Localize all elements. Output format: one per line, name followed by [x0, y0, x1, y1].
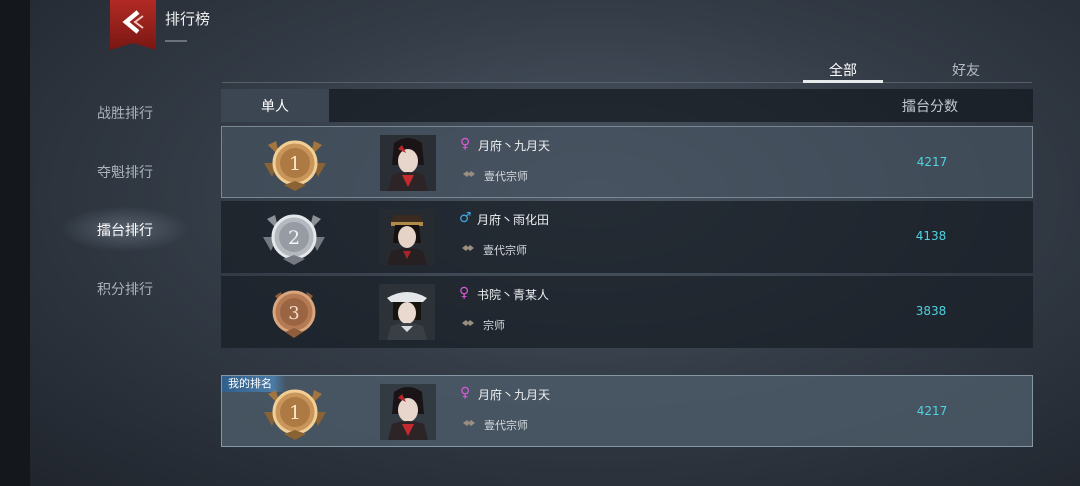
player-avatar[interactable] [380, 384, 436, 440]
title-underline [165, 40, 187, 42]
my-ranking-row[interactable]: 我的排名 1 ♀ 月府丶九月天 壹代宗师 4217 [221, 375, 1033, 447]
player-rank-title: 宗师 [483, 319, 505, 332]
female-gender-icon: ♀ [460, 136, 471, 152]
player-rank-title: 壹代宗师 [484, 170, 528, 183]
player-avatar[interactable] [379, 284, 435, 340]
nav-item-arena-rank[interactable]: 擂台排行 [70, 220, 180, 240]
bronze-medal-icon: 3 [272, 290, 316, 338]
player-score: 3838 [915, 304, 947, 318]
player-score: 4217 [916, 404, 948, 418]
player-score: 4217 [916, 155, 948, 169]
rank-title-icon [463, 171, 475, 177]
tab-single[interactable]: 单人 [221, 89, 329, 122]
rank-title-icon [462, 245, 474, 251]
nav-item-points-rank[interactable]: 积分排行 [70, 279, 180, 299]
female-gender-icon: ♀ [459, 285, 470, 301]
player-score: 4138 [915, 229, 947, 243]
female-gender-icon: ♀ [460, 385, 471, 401]
tabs-divider [222, 82, 1032, 83]
rank-title-icon [463, 420, 475, 426]
tab-friends[interactable]: 好友 [926, 60, 1006, 80]
back-button[interactable] [110, 0, 156, 50]
medal-rank-number: 1 [289, 402, 301, 424]
left-edge-strip [0, 0, 30, 486]
male-gender-icon: ♂ [459, 210, 472, 226]
ranking-row-3[interactable]: 3 ♀ 书院丶青某人 宗师 3838 [221, 276, 1033, 348]
page-title: 排行榜 [165, 10, 211, 28]
nav-item-victory-rank[interactable]: 战胜排行 [70, 103, 180, 123]
silver-medal-icon: 2 [263, 214, 325, 265]
tab-all[interactable]: 全部 [803, 60, 883, 80]
tab-active-indicator [803, 80, 883, 83]
medal-rank-number: 2 [288, 227, 300, 249]
medal-rank-number: 1 [289, 153, 301, 175]
ranking-row-1[interactable]: 1 ♀ 月府丶九月天 壹代宗师 4217 [221, 126, 1033, 198]
back-arrow-icon [122, 10, 144, 34]
gold-medal-icon: 1 [264, 389, 326, 440]
player-name: 书院丶青某人 [477, 288, 550, 302]
player-avatar[interactable] [380, 135, 436, 191]
player-name: 月府丶九月天 [478, 139, 551, 153]
gold-medal-icon: 1 [264, 140, 326, 191]
nav-item-champion-rank[interactable]: 夺魁排行 [70, 162, 180, 182]
rank-title-icon [462, 320, 474, 326]
player-rank-title: 壹代宗师 [484, 419, 528, 432]
medal-rank-number: 3 [288, 303, 299, 324]
player-avatar[interactable] [379, 209, 435, 265]
score-column-header: 擂台分数 [902, 99, 958, 115]
player-name: 月府丶九月天 [478, 388, 551, 402]
ranking-row-2[interactable]: 2 ♂ 月府丶雨化田 壹代宗师 4138 [221, 201, 1033, 273]
player-name: 月府丶雨化田 [477, 213, 550, 227]
player-rank-title: 壹代宗师 [483, 244, 527, 257]
